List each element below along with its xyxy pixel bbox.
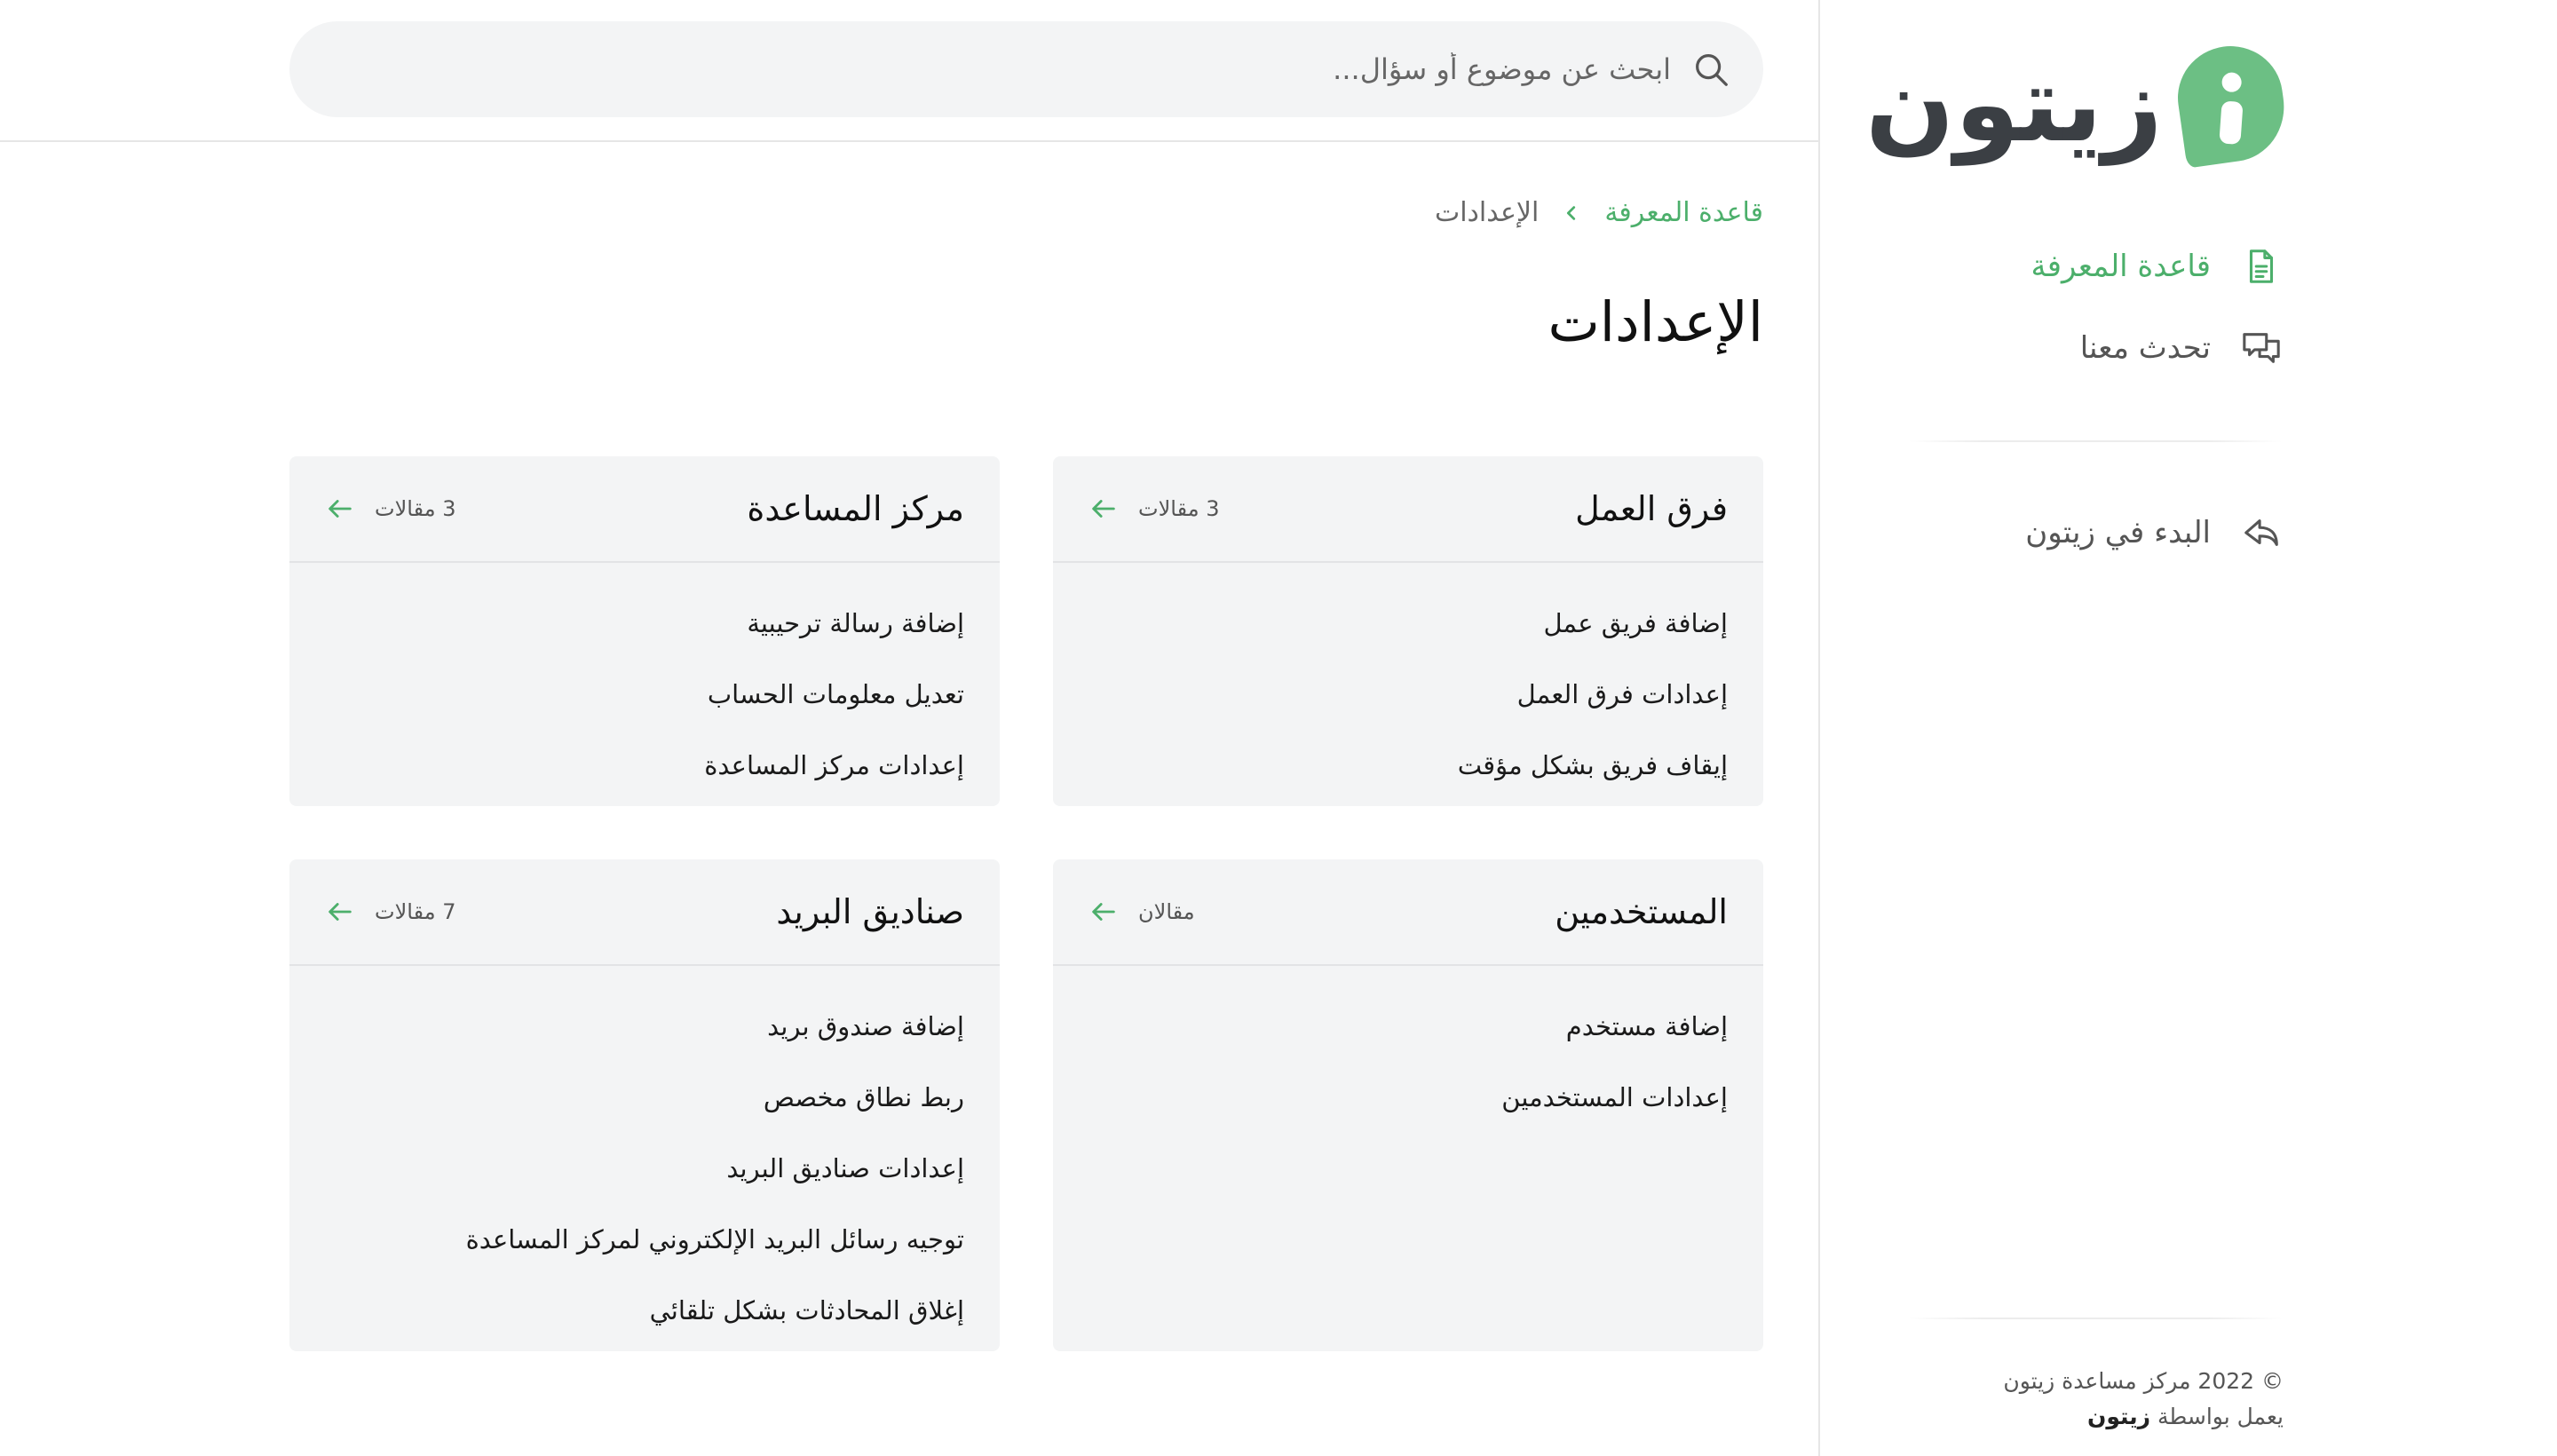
chat-icon [2243, 333, 2280, 363]
sidebar-item-label: قاعدة المعرفة [2031, 249, 2211, 284]
card-title: فرق العمل [1575, 489, 1728, 528]
sidebar-item-chat[interactable]: تحدث معنا [1962, 321, 2282, 375]
article-link[interactable]: إعدادات صناديق البريد [325, 1133, 964, 1204]
sidebar-footer-divider [1909, 1318, 2282, 1319]
article-link[interactable]: توجيه رسائل البريد الإلكتروني لمركز المس… [325, 1204, 964, 1275]
brand-logo[interactable]: زيتون [1864, 39, 2292, 169]
powered-by-prefix: يعمل بواسطة [2157, 1404, 2284, 1429]
sidebar-item-getting-started[interactable]: البدء في زيتون [1962, 506, 2282, 559]
category-card-mailboxes: صناديق البريد 7 مقالات إضافة صندوق بريد … [289, 859, 1000, 1351]
article-list: إضافة مستخدم إعدادات المستخدمين [1053, 966, 1763, 1154]
breadcrumb: قاعدة المعرفة الإعدادات [1435, 197, 1763, 228]
arrow-left-icon [1092, 500, 1115, 518]
article-list: إضافة رسالة ترحيبية تعديل معلومات الحساب… [289, 563, 1000, 806]
category-card-help-center: مركز المساعدة 3 مقالات إضافة رسالة ترحيب… [289, 456, 1000, 806]
main-content: قاعدة المعرفة الإعدادات الإعدادات فرق ال… [0, 0, 1818, 1456]
article-count: 7 مقالات [325, 897, 456, 927]
article-link[interactable]: إضافة رسالة ترحيبية [325, 588, 964, 659]
article-link[interactable]: إغلاق المحادثات بشكل تلقائي [325, 1275, 964, 1346]
copyright-text: © 2022 مركز مساعدة زيتون [2003, 1368, 2284, 1394]
article-count: 3 مقالات [1089, 494, 1220, 524]
category-card-teams: فرق العمل 3 مقالات إضافة فريق عمل إعدادا… [1053, 456, 1763, 806]
article-link[interactable]: إضافة فريق عمل [1089, 588, 1728, 659]
article-count-label: 3 مقالات [375, 496, 456, 521]
arrow-left-icon [1092, 903, 1115, 921]
article-list: إضافة فريق عمل إعدادات فرق العمل إيقاف ف… [1053, 563, 1763, 806]
card-header[interactable]: المستخدمين مقالان [1053, 859, 1763, 966]
article-count: 3 مقالات [325, 494, 456, 524]
logo-mark-icon [2171, 39, 2292, 169]
article-link[interactable]: إضافة مستخدم [1089, 991, 1728, 1062]
sidebar: زيتون قاعدة المعرفة تحدث معنا البدء في ز… [1818, 0, 2557, 1456]
card-title: مركز المساعدة [747, 489, 964, 528]
card-header[interactable]: مركز المساعدة 3 مقالات [289, 456, 1000, 563]
search-icon [1696, 54, 1728, 86]
card-header[interactable]: صناديق البريد 7 مقالات [289, 859, 1000, 966]
article-link[interactable]: إضافة صندوق بريد [325, 991, 964, 1062]
article-link[interactable]: إعدادات المستخدمين [1089, 1062, 1728, 1133]
brand-name: زيتون [1864, 43, 2165, 165]
share-arrow-icon [2244, 519, 2278, 546]
top-bar [0, 0, 1818, 142]
article-link[interactable]: إيقاف فريق بشكل مؤقت [1089, 730, 1728, 801]
arrow-left-icon [329, 903, 352, 921]
sidebar-item-knowledge-base[interactable]: قاعدة المعرفة [1962, 240, 2282, 293]
breadcrumb-current: الإعدادات [1434, 197, 1540, 228]
card-header[interactable]: فرق العمل 3 مقالات [1053, 456, 1763, 563]
article-count-label: 7 مقالات [375, 899, 456, 924]
category-cards: فرق العمل 3 مقالات إضافة فريق عمل إعدادا… [289, 456, 1763, 1351]
search-input[interactable] [430, 51, 1673, 87]
article-count: مقالان [1089, 897, 1195, 927]
card-title: صناديق البريد [776, 892, 964, 931]
search-bar[interactable] [289, 21, 1763, 117]
help-center-page: زيتون قاعدة المعرفة تحدث معنا البدء في ز… [0, 0, 2557, 1456]
article-list: إضافة صندوق بريد ربط نطاق مخصص إعدادات ص… [289, 966, 1000, 1351]
breadcrumb-root-link[interactable]: قاعدة المعرفة [1604, 197, 1763, 228]
sidebar-divider [1909, 440, 2282, 442]
sidebar-footer: © 2022 مركز مساعدة زيتون يعمل بواسطة زيت… [2003, 1364, 2284, 1435]
article-link[interactable]: إعدادات فرق العمل [1089, 659, 1728, 730]
powered-by: يعمل بواسطة زيتون [2003, 1399, 2284, 1435]
sidebar-item-label: تحدث معنا [2079, 330, 2211, 366]
sidebar-item-label: البدء في زيتون [2025, 515, 2211, 550]
article-link[interactable]: ربط نطاق مخصص [325, 1062, 964, 1133]
chevron-left-icon [1567, 205, 1576, 220]
powered-by-brand[interactable]: زيتون [2087, 1404, 2150, 1429]
article-count-label: مقالان [1138, 899, 1195, 924]
article-link[interactable]: إعدادات مركز المساعدة [325, 730, 964, 801]
article-count-label: 3 مقالات [1138, 496, 1220, 521]
document-icon [2249, 249, 2274, 283]
sidebar-secondary-nav: البدء في زيتون [1962, 506, 2282, 588]
arrow-left-icon [329, 500, 352, 518]
sidebar-nav: قاعدة المعرفة تحدث معنا [1962, 240, 2282, 403]
page-title: الإعدادات [1548, 289, 1763, 354]
card-title: المستخدمين [1555, 892, 1728, 931]
article-link[interactable]: تعديل معلومات الحساب [325, 659, 964, 730]
category-card-users: المستخدمين مقالان إضافة مستخدم إعدادات ا… [1053, 859, 1763, 1351]
